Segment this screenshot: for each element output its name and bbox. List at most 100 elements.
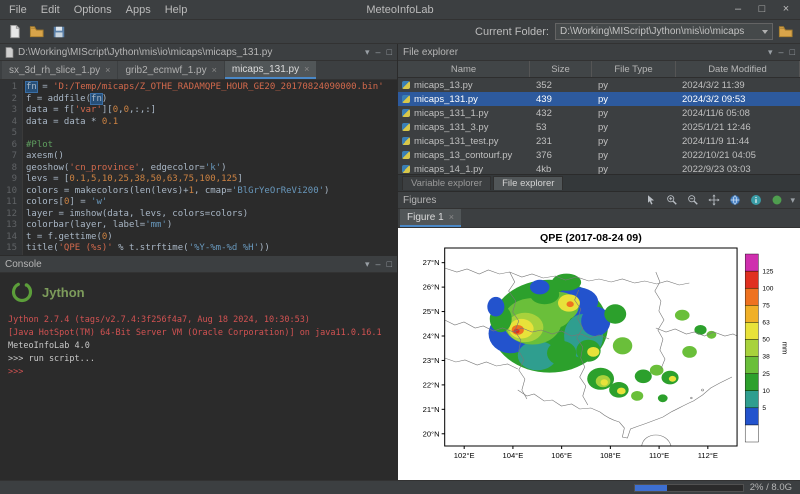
tab-close-icon[interactable]: × — [212, 65, 217, 75]
maximize-icon[interactable]: □ — [750, 0, 774, 19]
menu-file[interactable]: File — [2, 4, 34, 16]
line-number: 15 — [0, 243, 22, 255]
colorbar: 5102538506375100125mm — [745, 254, 790, 442]
tab-close-icon[interactable]: × — [304, 64, 309, 74]
memory-usage: 2% / 8.0G — [750, 482, 792, 493]
current-folder-combobox[interactable]: D:\Working\MIScript\Jython\mis\io\micaps — [555, 23, 773, 40]
file-name-cell: micaps_131_1.py — [398, 108, 530, 119]
file-name-cell: micaps_131_test.py — [398, 136, 530, 147]
menu-help[interactable]: Help — [158, 4, 195, 16]
menu-edit[interactable]: Edit — [34, 4, 67, 16]
table-row[interactable]: micaps_14_1.py4kbpy2022/9/23 03:03 — [398, 162, 800, 174]
svg-text:110°E: 110°E — [649, 451, 669, 460]
memory-progress-bar — [634, 484, 744, 492]
console-line: >>> — [8, 366, 389, 379]
new-file-icon — [7, 24, 22, 39]
panel-minimize-icon[interactable]: – — [779, 47, 784, 57]
table-row[interactable]: micaps_13.py352py2024/3/2 11:39 — [398, 78, 800, 92]
code-line: 4data = data * 0.1 — [0, 117, 397, 129]
table-row[interactable]: micaps_131_1.py432py2024/11/6 05:08 — [398, 106, 800, 120]
menu-apps[interactable]: Apps — [119, 4, 158, 16]
panel-minimize-icon[interactable]: – — [376, 259, 381, 269]
editor-header: D:\Working\MIScript\Jython\mis\io\micaps… — [0, 44, 397, 61]
code-line: 11colors[0] = 'w' — [0, 197, 397, 209]
svg-text:106°E: 106°E — [551, 451, 572, 460]
panel-menu-icon[interactable]: ▾ — [790, 195, 795, 206]
figure-tab[interactable]: Figure 1 × — [400, 209, 461, 227]
minimize-icon[interactable]: – — [726, 0, 750, 19]
pan-tool-button[interactable] — [706, 193, 721, 208]
file-explorer-panel: File explorer ▾ – □ NameSizeFile TypeDat… — [398, 44, 800, 192]
select-tool-button[interactable] — [643, 193, 658, 208]
memory-progress-fill — [635, 485, 667, 491]
line-number: 13 — [0, 220, 22, 232]
table-row[interactable]: micaps_131.py439py2024/3/2 09:53 — [398, 92, 800, 106]
open-file-button[interactable] — [27, 22, 46, 41]
code-text: colors = makecolors(len(levs)+1, cmap='B… — [22, 186, 329, 198]
file-type-cell: py — [592, 150, 676, 161]
code-lines: 1fn = 'D:/Temp/micaps/Z_OTHE_RADAMQPE_HO… — [0, 80, 397, 255]
table-row[interactable]: micaps_13_contourf.py376py2022/10/21 04:… — [398, 148, 800, 162]
panel-menu-icon[interactable]: ▾ — [365, 47, 370, 58]
identify-button[interactable] — [748, 193, 763, 208]
figure-canvas[interactable]: QPE (2017-08-24 09) — [398, 228, 800, 480]
code-line: 6#Plot — [0, 140, 397, 152]
python-file-icon — [402, 109, 410, 117]
file-type-cell: py — [592, 122, 676, 133]
zoom-out-button[interactable] — [685, 193, 700, 208]
line-number: 14 — [0, 232, 22, 244]
console-output[interactable]: Jython Jython 2.7.4 (tags/v2.7.4:3f256f4… — [0, 273, 397, 480]
file-name-cell: micaps_13_contourf.py — [398, 150, 530, 161]
console-line: MeteoInfoLab 4.0 — [8, 340, 389, 353]
panel-menu-icon[interactable]: ▾ — [768, 47, 773, 58]
combobox-arrow-icon[interactable] — [762, 30, 768, 34]
zoom-in-button[interactable] — [664, 193, 679, 208]
editor-tab-label: grib2_ecmwf_1.py — [125, 65, 206, 76]
code-line: 5 — [0, 128, 397, 140]
new-file-button[interactable] — [5, 22, 24, 41]
current-folder-value: D:\Working\MIScript\Jython\mis\io\micaps — [560, 26, 744, 37]
refresh-figure-button[interactable] — [769, 193, 784, 208]
console-line: [Java HotSpot(TM) 64-Bit Server VM (Orac… — [8, 327, 389, 340]
code-text: fn = 'D:/Temp/micaps/Z_OTHE_RADAMQPE_HOU… — [22, 82, 384, 94]
menu-options[interactable]: Options — [67, 4, 119, 16]
full-extent-button[interactable] — [727, 193, 742, 208]
save-button[interactable] — [49, 22, 68, 41]
column-header-date-modified[interactable]: Date Modified — [676, 61, 800, 77]
column-header-name[interactable]: Name — [398, 61, 530, 77]
panel-float-icon[interactable]: □ — [790, 47, 795, 57]
file-date-cell: 2024/11/6 05:08 — [676, 108, 800, 119]
line-number: 11 — [0, 197, 22, 209]
panel-menu-icon[interactable]: ▾ — [365, 259, 370, 270]
browse-folder-button[interactable] — [776, 22, 795, 41]
tab-close-icon[interactable]: × — [105, 65, 110, 75]
svg-text:21°N: 21°N — [423, 405, 440, 414]
status-bar: 2% / 8.0G — [0, 480, 800, 494]
code-text: geoshow('cn_province', edgecolor='k') — [22, 163, 227, 175]
panel-minimize-icon[interactable]: – — [376, 47, 381, 57]
editor-tab[interactable]: micaps_131.py× — [225, 61, 317, 79]
editor-tab[interactable]: sx_3d_rh_slice_1.py× — [2, 61, 117, 79]
close-icon[interactable]: × — [774, 0, 798, 19]
table-row[interactable]: micaps_131_test.py231py2024/11/9 11:44 — [398, 134, 800, 148]
panel-float-icon[interactable]: □ — [387, 47, 392, 57]
code-editor[interactable]: 1fn = 'D:/Temp/micaps/Z_OTHE_RADAMQPE_HO… — [0, 80, 397, 255]
file-date-cell: 2024/3/2 11:39 — [676, 80, 800, 91]
tab-variable-explorer[interactable]: Variable explorer — [402, 176, 491, 190]
panel-float-icon[interactable]: □ — [387, 259, 392, 269]
table-row[interactable]: micaps_131_3.py53py2025/1/21 12:46 — [398, 120, 800, 134]
column-header-file-type[interactable]: File Type — [592, 61, 676, 77]
code-line: 7axesm() — [0, 151, 397, 163]
column-header-size[interactable]: Size — [530, 61, 592, 77]
python-file-icon — [402, 137, 410, 145]
right-column: File explorer ▾ – □ NameSizeFile TypeDat… — [398, 44, 800, 480]
code-text: title('QPE (%s)' % t.strftime('%Y-%m-%d … — [22, 243, 270, 255]
file-type-cell: py — [592, 94, 676, 105]
tab-file-explorer[interactable]: File explorer — [493, 176, 563, 190]
jython-logo-icon — [10, 280, 34, 304]
editor-tab[interactable]: grib2_ecmwf_1.py × — [118, 61, 223, 79]
code-line: 3data = f['var'][0,0,:,:] — [0, 105, 397, 117]
tab-close-icon[interactable]: × — [449, 212, 454, 222]
file-size-cell: 376 — [530, 150, 592, 161]
file-name-cell: micaps_131_3.py — [398, 122, 530, 133]
